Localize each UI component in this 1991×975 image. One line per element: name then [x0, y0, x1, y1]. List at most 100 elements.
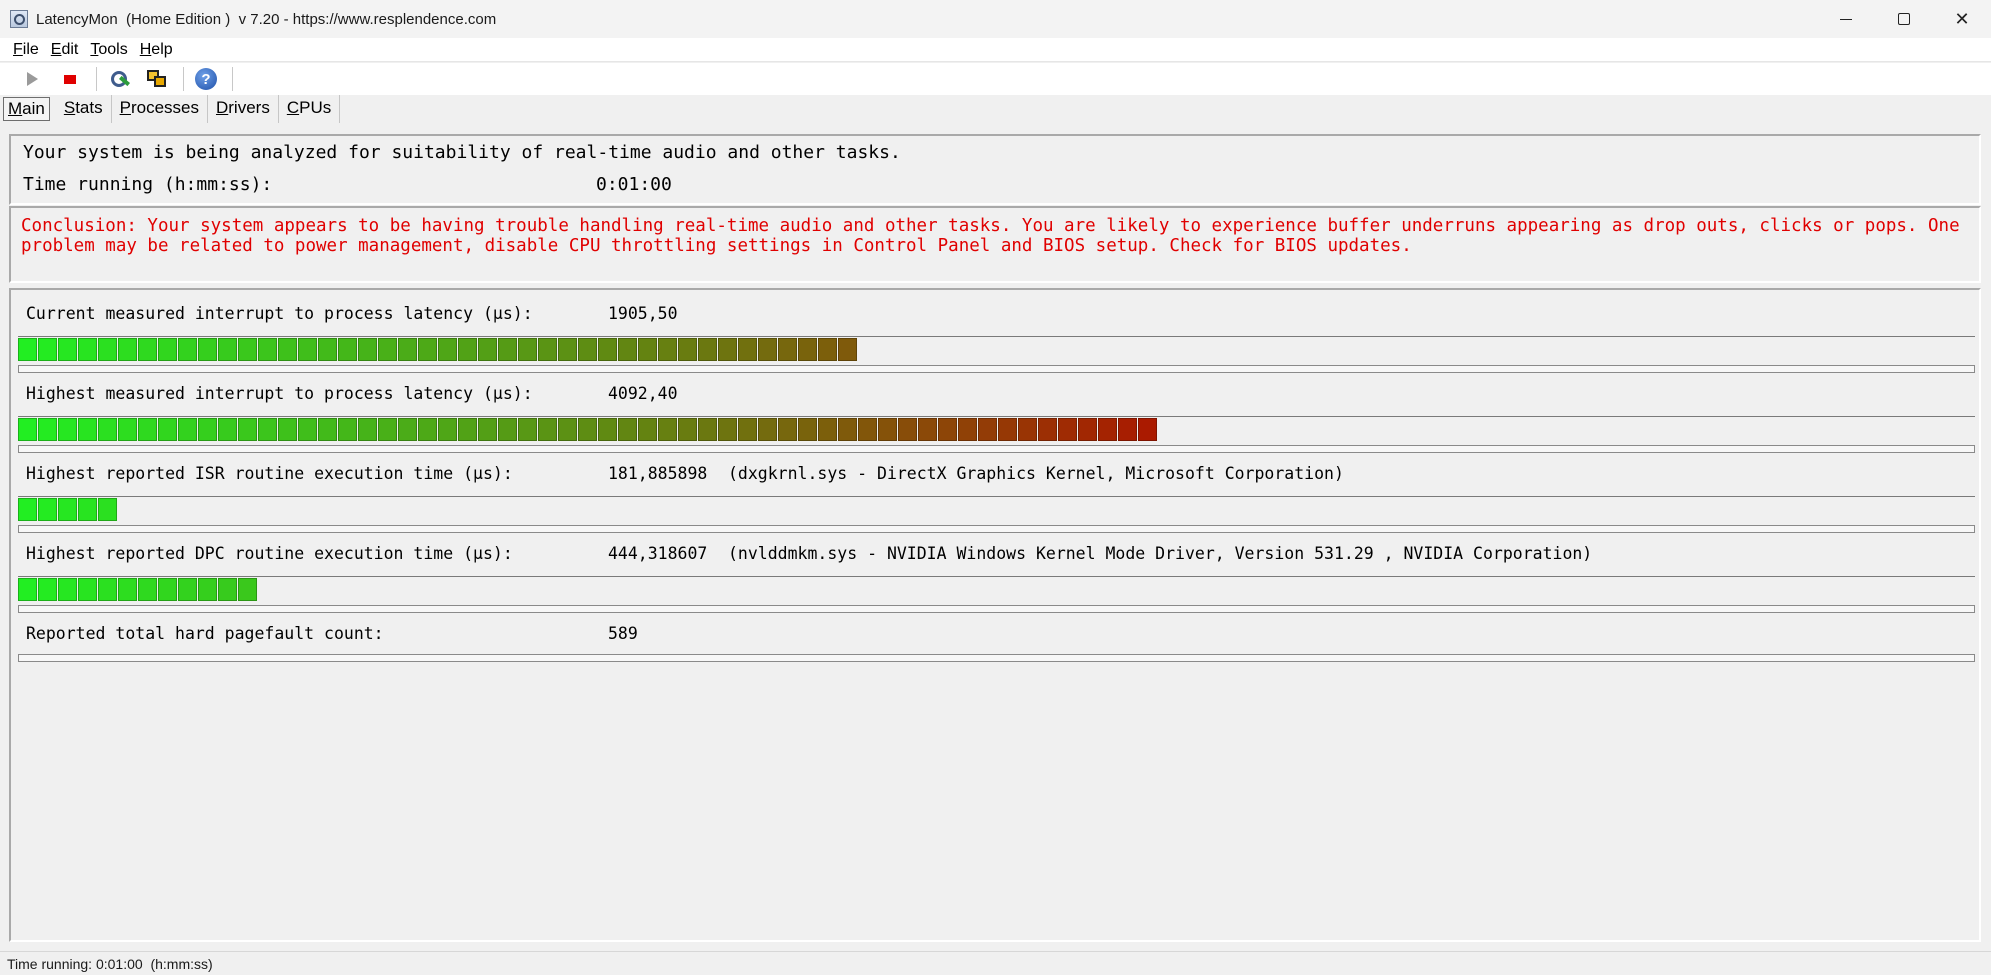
- meter-segment: [118, 338, 137, 361]
- windows-button[interactable]: [143, 66, 171, 92]
- meter-segment: [218, 418, 237, 441]
- highest-latency-track: [18, 445, 1975, 453]
- meter-segment: [918, 418, 937, 441]
- meter-segment: [458, 338, 477, 361]
- meter-segment: [38, 338, 57, 361]
- meter-segment: [318, 418, 337, 441]
- meter-segment: [1138, 418, 1157, 441]
- meter-segment: [1058, 418, 1077, 441]
- stop-button[interactable]: [56, 66, 84, 92]
- meter-segment: [118, 578, 137, 601]
- window-controls: ✕: [1817, 0, 1991, 38]
- meter-segment: [838, 338, 857, 361]
- meter-segment: [78, 338, 97, 361]
- meter-segment: [38, 418, 57, 441]
- meter-segment: [598, 338, 617, 361]
- meter-segment: [958, 418, 977, 441]
- close-icon: ✕: [1954, 8, 1970, 29]
- wrench-icon: [108, 69, 130, 89]
- start-button[interactable]: [18, 66, 46, 92]
- meter-segment: [1018, 418, 1037, 441]
- current-latency-meter: [18, 336, 1975, 362]
- meter-segment: [998, 418, 1017, 441]
- highest-latency-label: Highest measured interrupt to process la…: [26, 384, 533, 403]
- meter-segment: [398, 338, 417, 361]
- highest-latency-value: 4092,40: [608, 384, 678, 403]
- meter-segment: [258, 418, 277, 441]
- meter-segment: [218, 338, 237, 361]
- meter-segment: [98, 418, 117, 441]
- tab-stats[interactable]: Stats: [56, 95, 112, 123]
- meter-segment: [558, 338, 577, 361]
- meter-segment: [238, 578, 257, 601]
- maximize-icon: [1898, 13, 1910, 25]
- meter-segment: [618, 418, 637, 441]
- tab-drivers[interactable]: Drivers: [208, 95, 279, 123]
- meter-segment: [418, 418, 437, 441]
- meter-segment: [778, 338, 797, 361]
- title-bar: LatencyMon (Home Edition ) v 7.20 - http…: [0, 0, 1991, 38]
- meter-segment: [678, 418, 697, 441]
- current-latency-value: 1905,50: [608, 304, 678, 323]
- meter-segment: [838, 418, 857, 441]
- meter-segment: [238, 418, 257, 441]
- meter-segment: [1118, 418, 1137, 441]
- meter-segment: [118, 418, 137, 441]
- menu-help[interactable]: Help: [134, 41, 179, 59]
- menu-edit[interactable]: Edit: [45, 41, 85, 59]
- close-button[interactable]: ✕: [1933, 0, 1991, 38]
- meter-segment: [978, 418, 997, 441]
- current-latency-track: [18, 365, 1975, 373]
- meter-segment: [538, 418, 557, 441]
- meter-segment: [578, 338, 597, 361]
- meter-segment: [58, 498, 77, 521]
- meter-segment: [538, 338, 557, 361]
- tools-button[interactable]: [105, 66, 133, 92]
- meter-segment: [898, 418, 917, 441]
- meter-segment: [198, 418, 217, 441]
- isr-time-label: Highest reported ISR routine execution t…: [26, 464, 513, 483]
- meter-segment: [278, 338, 297, 361]
- meter-segment: [78, 578, 97, 601]
- minimize-button[interactable]: [1817, 0, 1875, 38]
- meter-segment: [18, 338, 37, 361]
- meter-segment: [138, 578, 157, 601]
- meter-segment: [258, 338, 277, 361]
- meter-segment: [338, 418, 357, 441]
- meter-segment: [98, 338, 117, 361]
- meter-segment: [518, 418, 537, 441]
- current-latency-label: Current measured interrupt to process la…: [26, 304, 533, 323]
- meter-segment: [638, 338, 657, 361]
- menu-tools[interactable]: Tools: [84, 41, 133, 59]
- metrics-panel: Current measured interrupt to process la…: [9, 288, 1981, 942]
- meter-segment: [678, 338, 697, 361]
- meter-segment: [658, 338, 677, 361]
- meter-segment: [878, 418, 897, 441]
- meter-segment: [398, 418, 417, 441]
- status-text: Time running: 0:01:00 (h:mm:ss): [7, 955, 213, 972]
- tab-main[interactable]: Main: [3, 97, 50, 121]
- tab-processes[interactable]: Processes: [112, 95, 208, 123]
- tab-cpus[interactable]: CPUs: [279, 95, 341, 123]
- meter-segment: [318, 338, 337, 361]
- help-button[interactable]: ?: [192, 66, 220, 92]
- meter-segment: [438, 418, 457, 441]
- meter-segment: [178, 338, 197, 361]
- meter-segment: [498, 418, 517, 441]
- maximize-button[interactable]: [1875, 0, 1933, 38]
- meter-segment: [818, 338, 837, 361]
- toolbar-separator: [183, 67, 184, 91]
- menu-bar: File Edit Tools Help: [0, 38, 1991, 62]
- isr-time-value: 181,885898: [608, 464, 708, 483]
- minimize-icon: [1840, 18, 1852, 20]
- toolbar-separator: [96, 67, 97, 91]
- help-icon: ?: [195, 68, 217, 90]
- meter-segment: [758, 418, 777, 441]
- menu-file[interactable]: File: [7, 41, 45, 59]
- meter-segment: [378, 418, 397, 441]
- meter-segment: [198, 338, 217, 361]
- meter-segment: [1098, 418, 1117, 441]
- pagefault-label: Reported total hard pagefault count:: [26, 624, 384, 643]
- meter-segment: [498, 338, 517, 361]
- status-bar: Time running: 0:01:00 (h:mm:ss): [0, 951, 1991, 975]
